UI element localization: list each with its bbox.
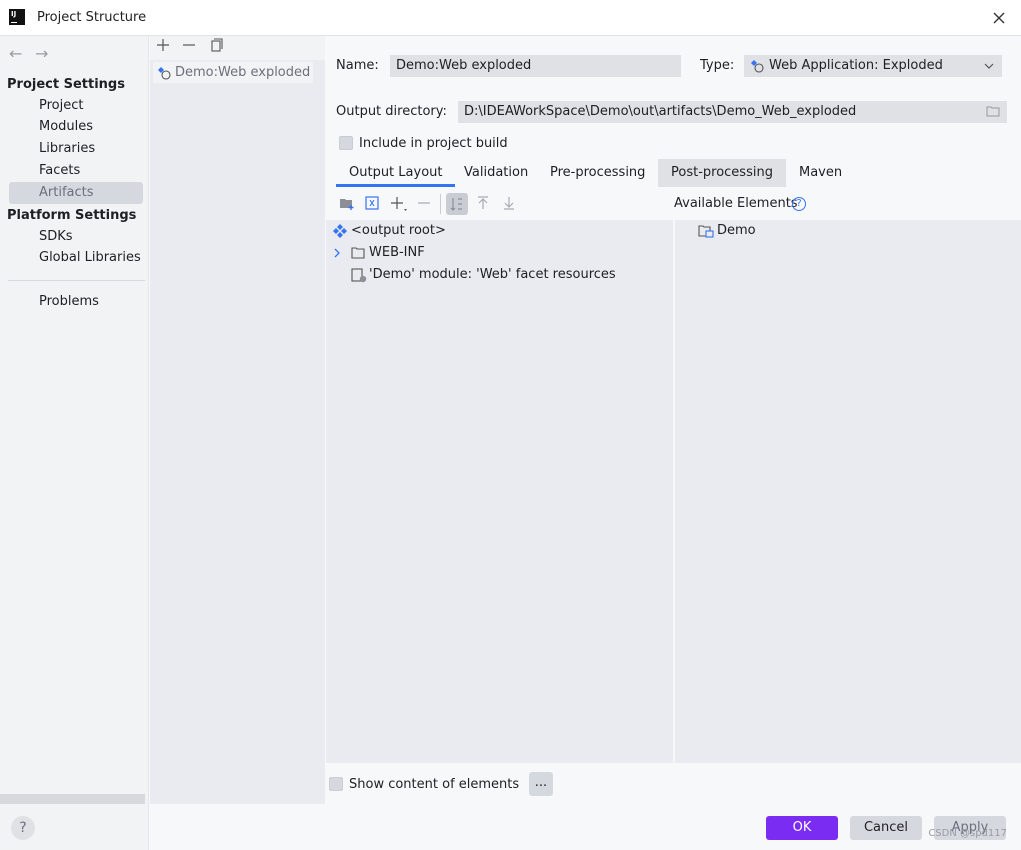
toolbar-separator bbox=[440, 194, 441, 214]
help-icon[interactable]: ? bbox=[792, 197, 806, 211]
add-icon[interactable] bbox=[156, 38, 170, 52]
move-down-icon[interactable] bbox=[502, 196, 516, 210]
chevron-right-icon[interactable] bbox=[333, 248, 341, 258]
forward-arrow-icon[interactable]: → bbox=[35, 44, 48, 63]
tab-maven[interactable]: Maven bbox=[786, 159, 855, 187]
output-directory-field[interactable]: D:\IDEAWorkSpace\Demo\out\artifacts\Demo… bbox=[458, 101, 1007, 123]
folder-icon bbox=[351, 246, 365, 259]
nav-item-project[interactable]: Project bbox=[9, 95, 143, 117]
name-field[interactable]: Demo:Web exploded bbox=[390, 55, 681, 77]
artifact-list-toolbar bbox=[150, 36, 325, 60]
tree-row-label: WEB-INF bbox=[369, 245, 425, 260]
tree-row-label: <output root> bbox=[351, 223, 446, 238]
name-label: Name: bbox=[336, 58, 379, 73]
available-elements-tree bbox=[675, 220, 1021, 763]
tab-validation[interactable]: Validation bbox=[451, 159, 541, 187]
tree-row-label: 'Demo' module: 'Web' facet resources bbox=[369, 267, 616, 282]
platform-settings-header: Platform Settings bbox=[7, 208, 137, 223]
ok-button[interactable]: OK bbox=[766, 816, 838, 840]
output-directory-label: Output directory: bbox=[336, 104, 447, 119]
nav-item-global-libraries[interactable]: Global Libraries bbox=[9, 247, 143, 269]
output-layout-tree bbox=[326, 220, 673, 763]
artifact-list-panel bbox=[150, 36, 325, 804]
cancel-button[interactable]: Cancel bbox=[850, 816, 922, 840]
project-settings-header: Project Settings bbox=[7, 77, 125, 92]
nav-item-modules[interactable]: Modules bbox=[9, 116, 143, 138]
chevron-down-icon bbox=[984, 62, 994, 70]
sort-elements-icon[interactable] bbox=[446, 193, 468, 215]
copy-icon[interactable] bbox=[209, 38, 223, 52]
include-in-build-checkbox[interactable] bbox=[339, 136, 353, 150]
web-facet-icon bbox=[351, 268, 367, 283]
nav-item-facets[interactable]: Facets bbox=[9, 160, 143, 182]
intellij-logo-icon: IJ bbox=[9, 9, 25, 25]
nav-item-sdks[interactable]: SDKs bbox=[9, 226, 143, 248]
type-value: Web Application: Exploded bbox=[769, 58, 943, 73]
nav-item-artifacts[interactable]: Artifacts bbox=[9, 182, 143, 204]
include-in-build-label: Include in project build bbox=[359, 136, 508, 151]
remove-element-icon[interactable] bbox=[417, 196, 431, 210]
output-root-icon bbox=[333, 224, 347, 238]
horizontal-scrollbar[interactable] bbox=[0, 794, 145, 804]
nav-item-problems[interactable]: Problems bbox=[9, 291, 143, 313]
tree-row-output-root[interactable]: <output root> bbox=[333, 220, 446, 242]
artifact-list-item[interactable]: Demo:Web exploded bbox=[153, 62, 313, 83]
help-button[interactable]: ? bbox=[11, 816, 35, 840]
watermark: CSDN @spd117 bbox=[928, 828, 1007, 839]
tree-row-web-inf[interactable]: WEB-INF bbox=[331, 242, 631, 264]
type-label: Type: bbox=[700, 58, 735, 73]
artifact-label: Demo:Web exploded bbox=[175, 65, 311, 80]
show-content-label: Show content of elements bbox=[349, 777, 520, 792]
module-folder-icon bbox=[698, 224, 714, 238]
web-artifact-icon bbox=[750, 59, 764, 73]
title-bar bbox=[0, 0, 1021, 36]
move-up-icon[interactable] bbox=[476, 196, 490, 210]
window-title: Project Structure bbox=[37, 10, 147, 25]
show-content-options-button[interactable]: ... bbox=[529, 772, 553, 796]
nav-item-libraries[interactable]: Libraries bbox=[9, 138, 143, 160]
type-dropdown[interactable]: Web Application: Exploded bbox=[744, 55, 1002, 77]
tab-pre-processing[interactable]: Pre-processing bbox=[537, 159, 658, 187]
available-elements-header: Available Elements bbox=[674, 196, 798, 211]
available-item-demo[interactable]: Demo bbox=[698, 220, 756, 242]
create-archive-icon[interactable] bbox=[365, 196, 379, 210]
close-icon[interactable] bbox=[989, 8, 1009, 28]
back-arrow-icon[interactable]: ← bbox=[9, 44, 22, 63]
show-content-checkbox[interactable] bbox=[329, 777, 343, 791]
add-copy-of-icon[interactable] bbox=[390, 196, 408, 212]
nav-divider bbox=[8, 280, 145, 281]
remove-icon[interactable] bbox=[182, 38, 196, 52]
folder-browse-icon[interactable] bbox=[986, 105, 1000, 117]
web-artifact-icon bbox=[157, 66, 171, 80]
tab-post-processing[interactable]: Post-processing bbox=[658, 159, 786, 187]
tree-row-web-facet-resources[interactable]: 'Demo' module: 'Web' facet resources bbox=[351, 264, 651, 286]
create-directory-icon[interactable] bbox=[339, 196, 355, 210]
tab-output-layout[interactable]: Output Layout bbox=[336, 159, 456, 187]
